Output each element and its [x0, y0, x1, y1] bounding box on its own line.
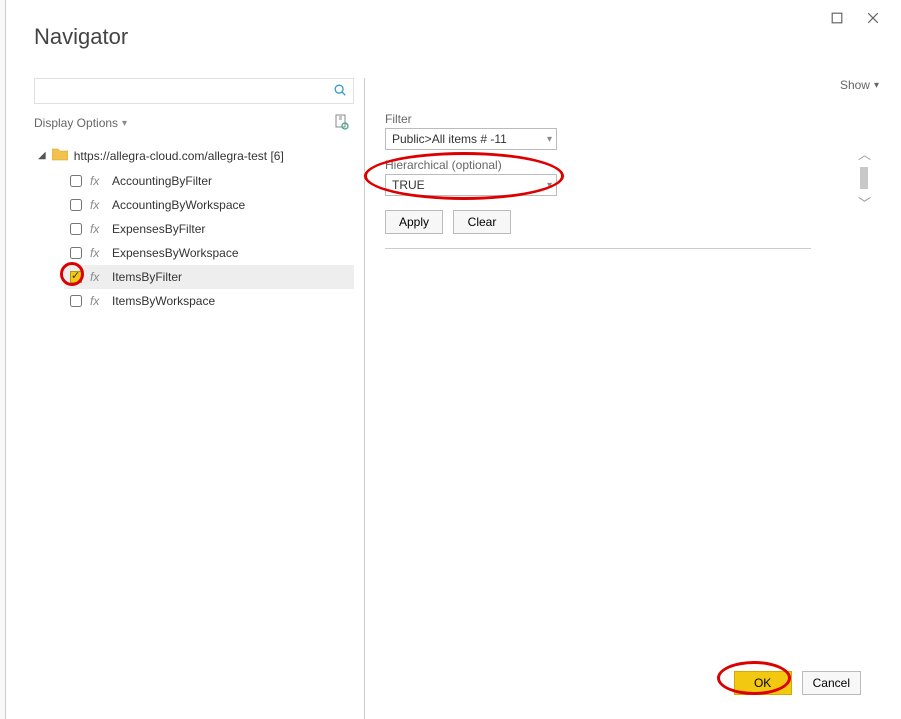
scroll-thumb[interactable]: [860, 167, 868, 189]
search-icon[interactable]: [333, 83, 347, 100]
maximize-icon[interactable]: [831, 12, 843, 24]
scroll-up-icon[interactable]: ︿: [858, 144, 871, 163]
tree-item[interactable]: fx AccountingByWorkspace: [64, 193, 354, 217]
tree-item-checkbox[interactable]: [70, 247, 82, 259]
tree-item-label: ExpensesByWorkspace: [112, 246, 239, 260]
tree-item-label: AccountingByFilter: [112, 174, 212, 188]
chevron-down-icon: ▾: [547, 180, 552, 191]
ok-button[interactable]: OK: [734, 671, 792, 695]
display-options-dropdown[interactable]: Display Options ▾: [34, 116, 127, 130]
search-box[interactable]: [34, 78, 354, 104]
tree-item[interactable]: fx ItemsByWorkspace: [64, 289, 354, 313]
tree-item-label: AccountingByWorkspace: [112, 198, 245, 212]
right-panel: Show ▾ Filter Public>All items # -11 ▾ H…: [385, 78, 879, 719]
tree-item[interactable]: fx ItemsByFilter: [64, 265, 354, 289]
tree-item[interactable]: fx AccountingByFilter: [64, 169, 354, 193]
filter-label: Filter: [385, 112, 845, 126]
navigator-dialog: Navigator Display Options ▾: [6, 0, 901, 719]
fx-icon: fx: [90, 174, 104, 188]
tree-root-label: https://allegra-cloud.com/allegra-test […: [74, 149, 284, 163]
fx-icon: fx: [90, 246, 104, 260]
vertical-divider: [364, 78, 365, 719]
hierarchical-label: Hierarchical (optional): [385, 158, 845, 172]
hierarchical-value: TRUE: [392, 178, 425, 192]
close-icon[interactable]: [867, 12, 879, 24]
cancel-button[interactable]: Cancel: [802, 671, 861, 695]
tree-item-checkbox[interactable]: [70, 199, 82, 211]
scroll-down-icon[interactable]: ﹀: [858, 193, 871, 212]
refresh-icon[interactable]: [334, 114, 350, 133]
chevron-down-icon: ▾: [122, 118, 127, 129]
fx-icon: fx: [90, 294, 104, 308]
fx-icon: fx: [90, 222, 104, 236]
fx-icon: fx: [90, 270, 104, 284]
tree-item-label: ItemsByWorkspace: [112, 294, 215, 308]
filter-value: Public>All items # -11: [392, 132, 507, 146]
tree-item[interactable]: fx ExpensesByWorkspace: [64, 241, 354, 265]
tree-item-checkbox[interactable]: [70, 271, 82, 283]
collapse-icon[interactable]: ◢: [38, 150, 46, 161]
show-dropdown[interactable]: Show ▾: [840, 78, 879, 92]
hierarchical-dropdown[interactable]: TRUE ▾: [385, 174, 557, 196]
clear-button[interactable]: Clear: [453, 210, 511, 234]
tree-item-label: ItemsByFilter: [112, 270, 182, 284]
fx-icon: fx: [90, 198, 104, 212]
tree-root[interactable]: ◢ https://allegra-cloud.com/allegra-test…: [34, 144, 354, 167]
tree-item[interactable]: fx ExpensesByFilter: [64, 217, 354, 241]
show-label: Show: [840, 78, 870, 92]
tree-item-checkbox[interactable]: [70, 175, 82, 187]
folder-icon: [52, 147, 68, 164]
apply-button[interactable]: Apply: [385, 210, 443, 234]
chevron-down-icon: ▾: [547, 134, 552, 145]
left-panel: Display Options ▾ ◢ https://allegra-clou…: [34, 78, 354, 719]
chevron-down-icon: ▾: [874, 80, 879, 91]
tree-item-label: ExpensesByFilter: [112, 222, 205, 236]
display-options-label: Display Options: [34, 116, 118, 130]
tree-item-checkbox[interactable]: [70, 295, 82, 307]
dialog-title: Navigator: [34, 24, 879, 50]
search-input[interactable]: [41, 84, 333, 98]
filter-dropdown[interactable]: Public>All items # -11 ▾: [385, 128, 557, 150]
horizontal-separator: [385, 248, 811, 249]
tree-item-checkbox[interactable]: [70, 223, 82, 235]
